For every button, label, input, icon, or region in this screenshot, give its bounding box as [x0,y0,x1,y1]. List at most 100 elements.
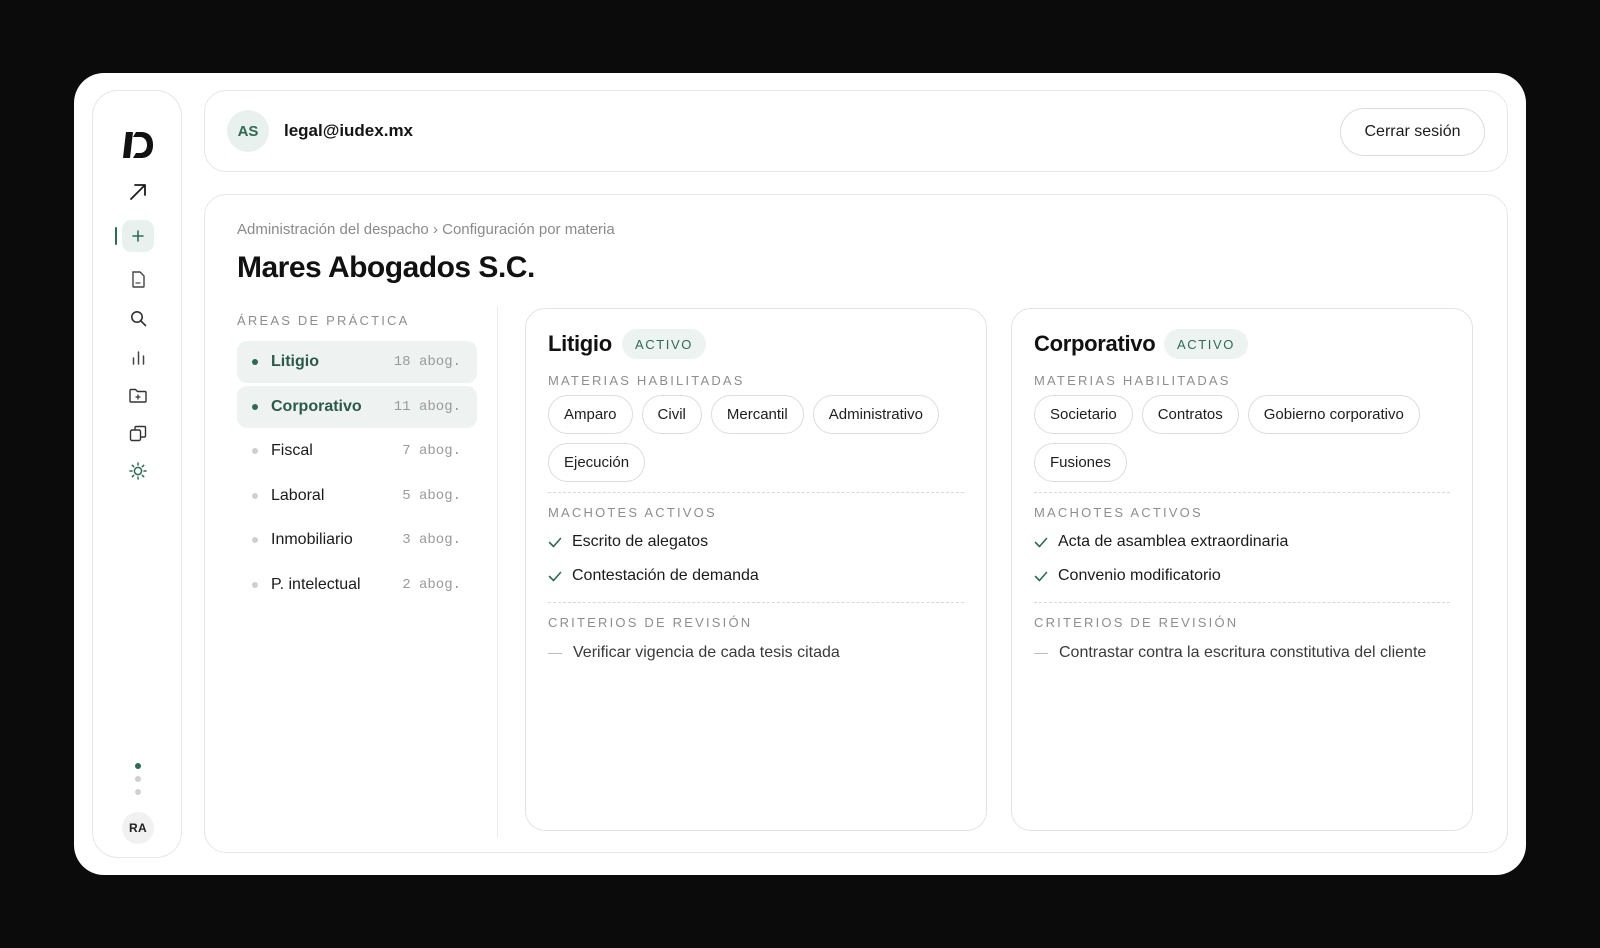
materia-chip[interactable]: Civil [641,395,702,434]
materia-chip[interactable]: Contratos [1141,395,1239,434]
dash-icon [548,652,562,654]
check-icon [1034,571,1048,581]
machote-label: Escrito de alegatos [572,533,709,550]
new-item-button[interactable] [93,219,183,253]
check-icon [548,537,562,547]
machote-label: Convenio modificatorio [1058,567,1221,584]
area-count: 2 abog. [402,576,461,593]
copy-icon[interactable] [93,416,183,450]
area-name: Laboral [271,486,325,504]
area-name: Litigio [271,353,319,370]
materia-chip[interactable]: Gobierno corporativo [1247,395,1420,434]
criterios-label: CRITERIOS DE REVISIÓN [548,615,753,630]
area-count: 5 abog. [402,487,461,504]
breadcrumb-parent[interactable]: Administración del despacho [237,221,429,238]
section-divider [1034,492,1450,493]
materia-chip[interactable]: Mercantil [710,395,804,434]
area-item-laboral[interactable]: Laboral 5 abog. [237,475,477,517]
active-indicator [115,227,117,245]
area-name: P. intelectual [271,575,361,593]
criterio-item: Contrastar contra la escritura constitut… [1034,644,1426,662]
account-email: legal@iudex.mx [284,121,414,140]
materia-chip[interactable]: Ejecución [548,443,646,482]
user-avatar[interactable]: RA [122,812,154,844]
materia-chip[interactable]: Amparo [548,395,633,434]
settings-sun-icon[interactable] [93,454,183,488]
area-item-propiedad-intelectual[interactable]: P. intelectual 2 abog. [237,564,477,606]
materias-chip-list: Amparo Civil Mercantil Administrativo Ej… [548,395,968,482]
account-avatar[interactable]: AS [227,110,269,152]
criterio-text: Contrastar contra la escritura constitut… [1059,644,1427,661]
machote-item: Contestación de demanda [548,567,759,585]
logo-icon[interactable] [93,128,183,162]
area-item-fiscal[interactable]: Fiscal 7 abog. [237,430,477,472]
area-status-dot [252,448,258,454]
arrow-up-right-icon[interactable] [93,175,183,209]
page-dots [134,763,142,795]
page-title: Mares Abogados S.C. [237,251,535,284]
machotes-label: MACHOTES ACTIVOS [1034,505,1203,520]
bar-chart-icon[interactable] [93,340,183,374]
logout-button[interactable]: Cerrar sesión [1340,108,1485,156]
practice-area-list: Litigio 18 abog. Corporativo 11 abog. Fi… [237,341,477,608]
area-count: 7 abog. [402,443,461,459]
machote-item: Escrito de alegatos [548,533,708,551]
criterio-item: Verificar vigencia de cada tesis citada [548,644,840,662]
area-count: 18 abog. [393,354,461,370]
status-badge: ACTIVO [1164,329,1248,359]
check-icon [1034,537,1048,547]
header-bar: AS legal@iudex.mx Cerrar sesión [204,90,1508,172]
area-name: Corporativo [271,397,362,415]
materia-chip[interactable]: Societario [1034,395,1133,434]
dot-indicator-active[interactable] [135,763,141,769]
materia-chip[interactable]: Fusiones [1034,443,1127,482]
materias-chip-list: Societario Contratos Gobierno corporativ… [1034,395,1454,482]
machotes-label: MACHOTES ACTIVOS [548,505,717,520]
section-divider [548,602,964,603]
area-name: Fiscal [271,442,313,459]
area-item-inmobiliario[interactable]: Inmobiliario 3 abog. [237,519,477,561]
machote-label: Acta de asamblea extraordinaria [1058,533,1289,550]
app-window: RA AS legal@iudex.mx Cerrar sesión Admin… [74,73,1526,875]
area-count: 3 abog. [402,532,461,548]
status-badge: ACTIVO [622,329,706,359]
machote-item: Acta de asamblea extraordinaria [1034,533,1288,551]
column-divider [497,307,498,837]
area-card-corporativo: Corporativo ACTIVO MATERIAS HABILITADAS … [1011,308,1473,831]
machote-label: Contestación de demanda [572,567,759,584]
card-title: Litigio [548,331,612,356]
dot-indicator[interactable] [135,789,141,795]
area-status-dot [252,581,258,588]
folder-plus-icon[interactable] [93,378,183,412]
main-panel: Administración del despacho › Configurac… [204,194,1508,853]
document-icon[interactable] [93,262,183,296]
criterio-text: Verificar vigencia de cada tesis citada [573,644,840,661]
breadcrumb-separator: › [432,221,438,238]
section-divider [548,492,964,493]
sidebar: RA [92,90,182,858]
section-divider [1034,602,1450,603]
area-count: 11 abog. [393,398,461,415]
materias-label: MATERIAS HABILITADAS [548,373,745,388]
search-icon[interactable] [93,301,183,335]
breadcrumb: Administración del despacho › Configurac… [237,221,615,238]
card-title: Corporativo [1034,331,1156,356]
breadcrumb-current: Configuración por materia [442,221,615,238]
dot-indicator[interactable] [135,776,141,782]
dash-icon [1034,652,1048,654]
area-status-dot [252,492,258,499]
area-card-litigio: Litigio ACTIVO MATERIAS HABILITADAS Ampa… [525,308,987,831]
area-item-litigio[interactable]: Litigio 18 abog. [237,341,477,383]
machote-item: Convenio modificatorio [1034,567,1221,585]
area-status-dot [252,359,258,365]
areas-section-label: ÁREAS DE PRÁCTICA [237,313,410,328]
plus-icon [122,220,154,252]
criterios-label: CRITERIOS DE REVISIÓN [1034,615,1239,630]
area-item-corporativo[interactable]: Corporativo 11 abog. [237,385,477,428]
area-name: Inmobiliario [271,531,353,548]
materias-label: MATERIAS HABILITADAS [1034,373,1231,388]
materia-chip[interactable]: Administrativo [812,395,939,434]
area-status-dot [252,537,258,543]
check-icon [548,571,562,581]
area-status-dot [252,403,258,410]
